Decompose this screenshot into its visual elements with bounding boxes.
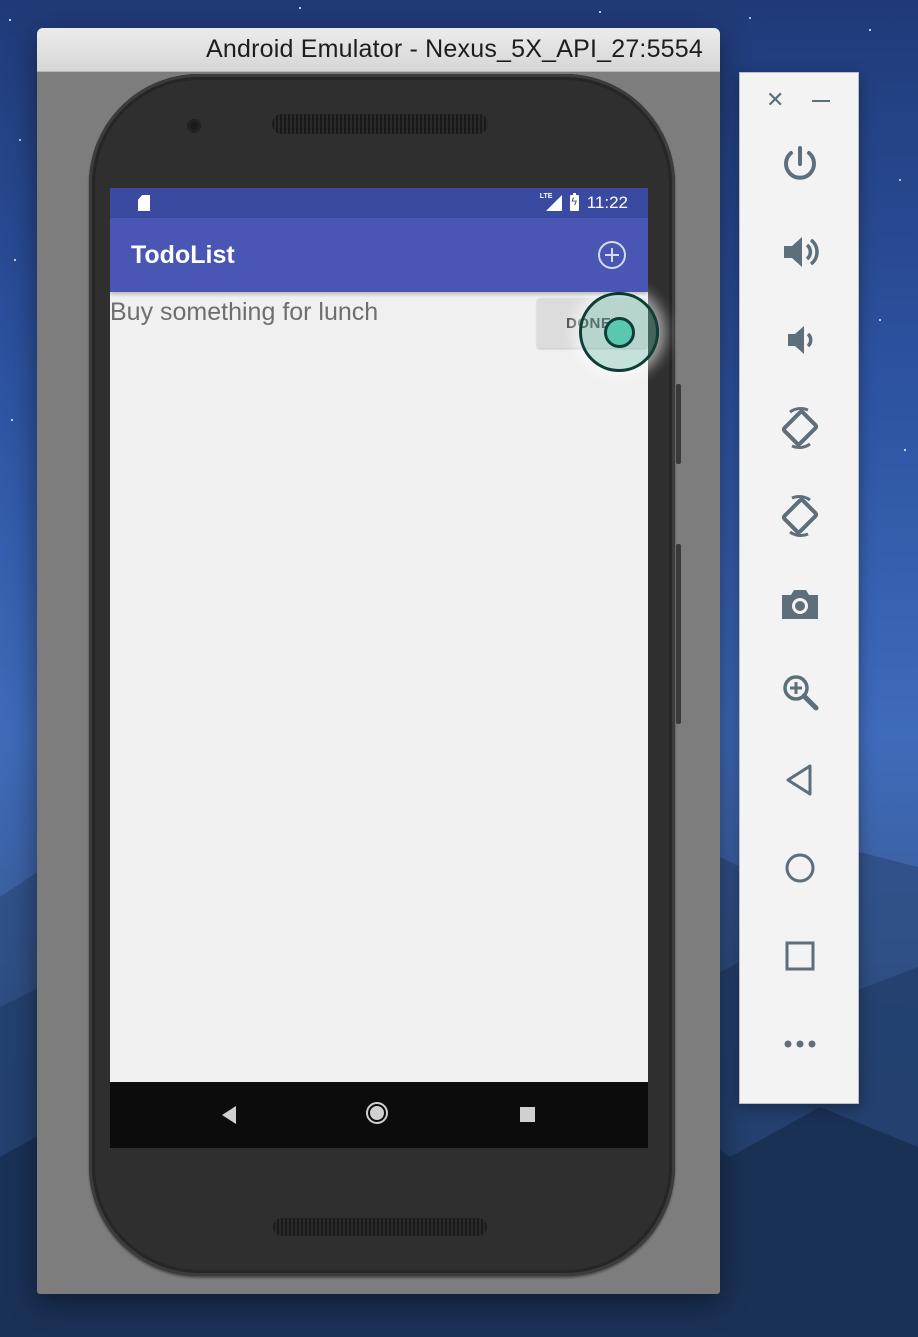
list-item: Buy something for lunch DONE — [110, 292, 648, 352]
task-label: Buy something for lunch — [110, 298, 379, 326]
overview-icon[interactable] — [770, 926, 830, 986]
status-icons: LTE 11:22 — [540, 193, 628, 213]
volume-down-icon[interactable] — [770, 310, 830, 370]
home-icon[interactable] — [366, 1102, 388, 1124]
signal-icon: LTE — [540, 193, 562, 211]
back-icon[interactable] — [770, 750, 830, 810]
rotate-left-icon[interactable] — [770, 398, 830, 458]
emulator-window: Android Emulator - Nexus_5X_API_27:5554 … — [37, 28, 720, 1294]
window-titlebar[interactable]: Android Emulator - Nexus_5X_API_27:5554 — [37, 28, 720, 72]
earpiece-speaker — [272, 114, 488, 134]
touch-indicator — [579, 292, 659, 372]
phone-frame: LTE 11:22 TodoList Buy something for lun… — [89, 74, 681, 1276]
back-icon[interactable] — [222, 1106, 236, 1124]
sd-card-icon — [138, 195, 150, 211]
window-title: Android Emulator - Nexus_5X_API_27:5554 — [206, 35, 703, 63]
status-clock: 11:22 — [586, 193, 628, 212]
power-icon[interactable] — [770, 134, 830, 194]
home-icon[interactable] — [770, 838, 830, 898]
emulator-toolbar: ✕ — [739, 72, 859, 1104]
close-icon[interactable]: ✕ — [766, 87, 784, 113]
touch-point — [604, 317, 635, 348]
status-bar: LTE 11:22 — [110, 188, 648, 218]
front-camera — [187, 119, 201, 133]
app-bar: TodoList — [110, 218, 648, 292]
camera-icon[interactable] — [770, 574, 830, 634]
minimize-icon[interactable] — [812, 100, 830, 102]
more-icon[interactable] — [770, 1014, 830, 1074]
rotate-right-icon[interactable] — [770, 486, 830, 546]
bottom-speaker — [273, 1218, 487, 1236]
app-title: TodoList — [131, 240, 235, 269]
volume-side-button[interactable] — [676, 544, 681, 724]
volume-up-icon[interactable] — [770, 222, 830, 282]
battery-charging-icon — [569, 193, 579, 211]
device-screen: LTE 11:22 TodoList Buy something for lun… — [110, 188, 648, 1148]
zoom-icon[interactable] — [770, 662, 830, 722]
add-circle-icon[interactable] — [598, 241, 626, 269]
navigation-bar — [110, 1082, 648, 1148]
power-side-button[interactable] — [676, 384, 681, 464]
recents-icon[interactable] — [520, 1107, 535, 1122]
